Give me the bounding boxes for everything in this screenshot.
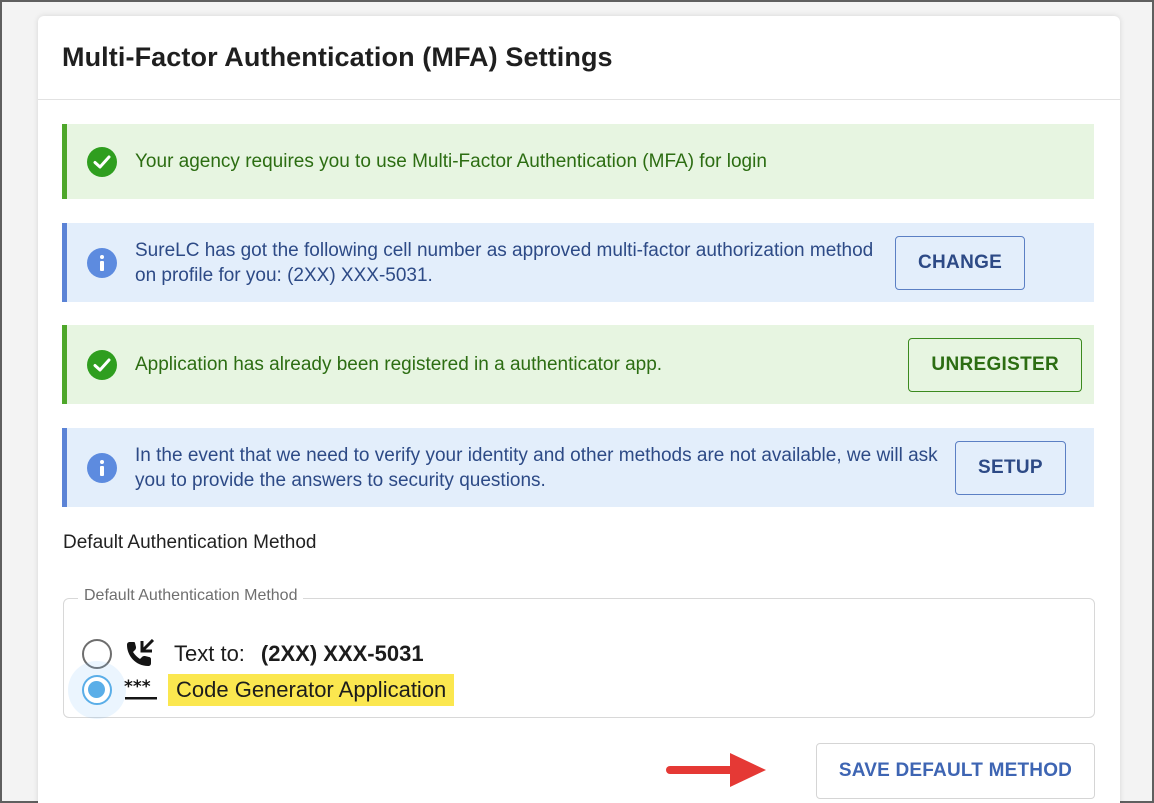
mfa-settings-card: Multi-Factor Authentication (MFA) Settin… xyxy=(38,16,1120,803)
change-phone-button[interactable]: CHANGE xyxy=(895,235,1026,290)
card-header: Multi-Factor Authentication (MFA) Settin… xyxy=(38,16,1120,100)
svg-text:***: *** xyxy=(124,678,151,697)
section-label: Default Authentication Method xyxy=(63,532,317,553)
authenticator-registered-alert: Application has already been registered … xyxy=(62,325,1094,404)
fieldset-legend: Default Authentication Method xyxy=(78,587,304,605)
option-code-generator[interactable]: *** Code Generator Application xyxy=(68,661,455,719)
alert-text: In the event that we need to verify your… xyxy=(135,444,938,491)
default-method-fieldset: Default Authentication Method Text to: (… xyxy=(63,587,1095,719)
alert-text: Application has already been registered … xyxy=(135,354,663,375)
phone-number-alert: SureLC has got the following cell number… xyxy=(62,223,1094,302)
alert-text: Your agency requires you to use Multi-Fa… xyxy=(135,151,767,172)
setup-security-questions-button[interactable]: SETUP xyxy=(955,440,1066,495)
password-asterisk-icon: *** xyxy=(124,675,164,705)
alert-text: SureLC has got the following cell number… xyxy=(135,239,874,286)
save-default-method-button[interactable]: SAVE DEFAULT METHOD xyxy=(816,743,1095,799)
check-circle-icon xyxy=(87,146,117,177)
unregister-button[interactable]: UNREGISTER xyxy=(908,337,1082,392)
security-questions-alert: In the event that we need to verify your… xyxy=(62,428,1094,507)
radio-code-generator[interactable] xyxy=(68,661,126,719)
option-label: Code Generator Application xyxy=(168,674,455,706)
page-title: Multi-Factor Authentication (MFA) Settin… xyxy=(62,42,613,72)
mfa-required-alert: Your agency requires you to use Multi-Fa… xyxy=(62,124,1094,199)
info-circle-icon xyxy=(87,452,117,483)
radio-circle-checked[interactable] xyxy=(82,675,112,705)
annotation-arrow-icon xyxy=(666,753,766,787)
check-circle-icon xyxy=(87,349,117,380)
info-circle-icon xyxy=(87,247,117,278)
